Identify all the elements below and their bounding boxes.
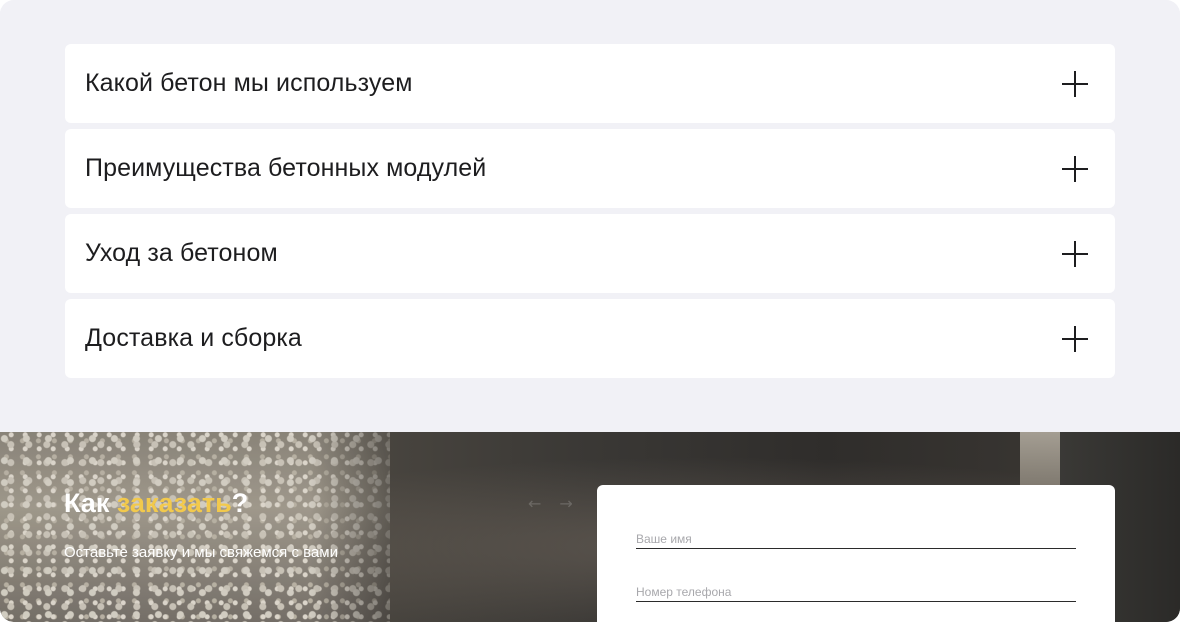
arrow-left-icon[interactable]: ← <box>528 494 541 513</box>
faq-item-title: Какой бетон мы используем <box>85 69 413 97</box>
arrow-right-icon[interactable]: → <box>559 494 572 513</box>
faq-item-care[interactable]: Уход за бетоном <box>65 214 1115 293</box>
faq-item-advantages[interactable]: Преимущества бетонных модулей <box>65 129 1115 208</box>
faq-item-delivery[interactable]: Доставка и сборка <box>65 299 1115 378</box>
order-subtitle: Оставьте заявку и мы свяжемся с вами <box>64 544 338 561</box>
order-form <box>597 485 1115 622</box>
faq-item-title: Преимущества бетонных модулей <box>85 154 487 182</box>
order-heading-suffix: ? <box>231 488 249 518</box>
plus-icon[interactable] <box>1062 156 1088 182</box>
phone-input[interactable] <box>636 585 1076 599</box>
order-heading-prefix: Как <box>64 488 117 518</box>
order-section: Как заказать? Оставьте заявку и мы свяже… <box>0 432 1180 622</box>
phone-field-wrapper <box>636 583 1076 602</box>
plus-icon[interactable] <box>1062 241 1088 267</box>
plus-icon[interactable] <box>1062 326 1088 352</box>
page: Какой бетон мы используем Преимущества б… <box>0 0 1180 622</box>
name-input[interactable] <box>636 532 1076 546</box>
faq-item-title: Уход за бетоном <box>85 239 278 267</box>
faq-item-concrete-type[interactable]: Какой бетон мы используем <box>65 44 1115 123</box>
concrete-background-detail <box>1020 432 1060 492</box>
order-heading: Как заказать? <box>64 488 248 519</box>
slider-arrows: ← → <box>528 494 573 513</box>
plus-icon[interactable] <box>1062 71 1088 97</box>
name-field-wrapper <box>636 530 1076 549</box>
order-heading-accent: заказать <box>116 488 232 518</box>
concrete-background-image <box>0 432 390 622</box>
faq-item-title: Доставка и сборка <box>85 324 302 352</box>
faq-section: Какой бетон мы используем Преимущества б… <box>0 0 1180 432</box>
